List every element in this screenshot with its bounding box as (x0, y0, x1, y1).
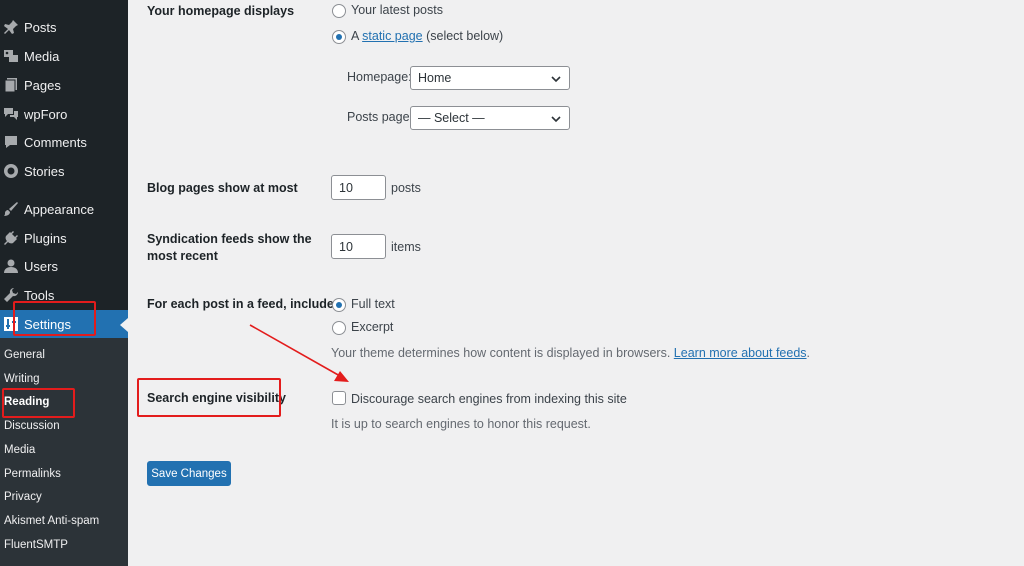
discourage-search-label: Discourage search engines from indexing … (351, 392, 627, 406)
media-icon (3, 48, 19, 64)
syndication-label-line1: Syndication feeds show the (147, 232, 312, 246)
sidebar-item-pages[interactable]: Pages (0, 71, 128, 99)
submenu-item-general[interactable]: General (4, 349, 45, 361)
save-changes-button[interactable]: Save Changes (147, 461, 231, 486)
radio-full-text-label: Full text (351, 297, 395, 311)
settings-submenu: General Writing Reading Discussion Media… (0, 338, 128, 566)
radio-full-text[interactable] (332, 298, 346, 312)
radio-static-page-label: A static page (select below) (351, 28, 503, 45)
brush-icon (3, 201, 19, 217)
sidebar-item-label: Appearance (24, 201, 95, 217)
sidebar-item-appearance[interactable]: Appearance (0, 195, 128, 223)
submenu-item-media[interactable]: Media (4, 444, 35, 456)
sidebar-item-media[interactable]: Media (0, 42, 128, 70)
homepage-displays-label: Your homepage displays (147, 4, 295, 18)
feed-include-label: For each post in a feed, include (147, 297, 334, 311)
sidebar-item-label: Comments (24, 134, 87, 150)
sidebar-item-users[interactable]: Users (0, 252, 128, 280)
radio-static-page[interactable] (332, 30, 346, 44)
blog-pages-value: 10 (339, 180, 353, 195)
homepage-select-value: Home (418, 71, 452, 85)
homepage-select[interactable]: Home (410, 66, 570, 90)
submenu-item-fluentsmtp[interactable]: FluentSMTP (4, 539, 68, 551)
sidebar-item-plugins[interactable]: Plugins (0, 224, 128, 252)
highlight-box-reading (2, 388, 75, 418)
blog-pages-unit: posts (391, 181, 421, 195)
sidebar-item-label: wpForo (24, 106, 68, 122)
submenu-item-privacy[interactable]: Privacy (4, 491, 42, 503)
feed-description-text: Your theme determines how content is dis… (331, 346, 671, 360)
chevron-down-icon (551, 116, 561, 123)
sidebar-item-stories[interactable]: Stories (0, 157, 128, 185)
annotation-arrow-icon (249, 324, 349, 382)
sidebar-item-posts[interactable]: Posts (0, 13, 128, 41)
blog-pages-label: Blog pages show at most (147, 181, 298, 195)
syndication-label-line2: most recent (147, 249, 218, 263)
sidebar-item-label: Stories (24, 163, 65, 179)
posts-page-select[interactable]: — Select — (410, 106, 570, 130)
submenu-item-akismet[interactable]: Akismet Anti-spam (4, 515, 99, 527)
blog-pages-input[interactable]: 10 (331, 175, 386, 200)
radio-latest-posts[interactable] (332, 4, 346, 18)
radio-latest-posts-label: Your latest posts (351, 3, 443, 17)
static-suffix-text: (select below) (426, 29, 504, 43)
search-visibility-description: It is up to search engines to honor this… (331, 417, 591, 431)
static-page-link[interactable]: static page (362, 29, 422, 43)
feed-description-suffix: . (806, 346, 811, 360)
submenu-item-permalinks[interactable]: Permalinks (4, 468, 61, 480)
sidebar-item-label: Users (24, 258, 58, 274)
static-prefix-text: A (351, 29, 359, 43)
highlight-box-settings (13, 301, 96, 336)
plug-icon (3, 230, 19, 246)
sidebar-item-label: Plugins (24, 230, 67, 246)
sidebar-item-comments[interactable]: Comments (0, 128, 128, 156)
posts-page-select-label: Posts page: (347, 110, 414, 124)
discourage-search-checkbox[interactable] (332, 391, 346, 405)
pages-icon (3, 77, 19, 93)
sidebar-item-label: Posts (24, 19, 57, 35)
syndication-unit: items (391, 240, 421, 254)
learn-more-feeds-link[interactable]: Learn more about feeds (674, 346, 807, 360)
submenu-item-writing[interactable]: Writing (4, 373, 40, 385)
syndication-value: 10 (339, 239, 353, 254)
comment-icon (3, 134, 19, 150)
posts-page-select-value: — Select — (418, 111, 485, 125)
homepage-select-label: Homepage: (347, 70, 412, 84)
forum-icon (3, 106, 19, 122)
sidebar-item-label: Pages (24, 77, 61, 93)
users-icon (3, 258, 19, 274)
chevron-down-icon (551, 76, 561, 83)
feed-description: Your theme determines how content is dis… (331, 345, 810, 362)
pin-icon (3, 19, 19, 35)
active-arrow-indicator (120, 318, 128, 332)
submenu-item-discussion[interactable]: Discussion (4, 420, 60, 432)
stories-icon (3, 163, 19, 179)
syndication-input[interactable]: 10 (331, 234, 386, 259)
sidebar-item-wpforo[interactable]: wpForo (0, 100, 128, 128)
sidebar-item-label: Media (24, 48, 60, 64)
